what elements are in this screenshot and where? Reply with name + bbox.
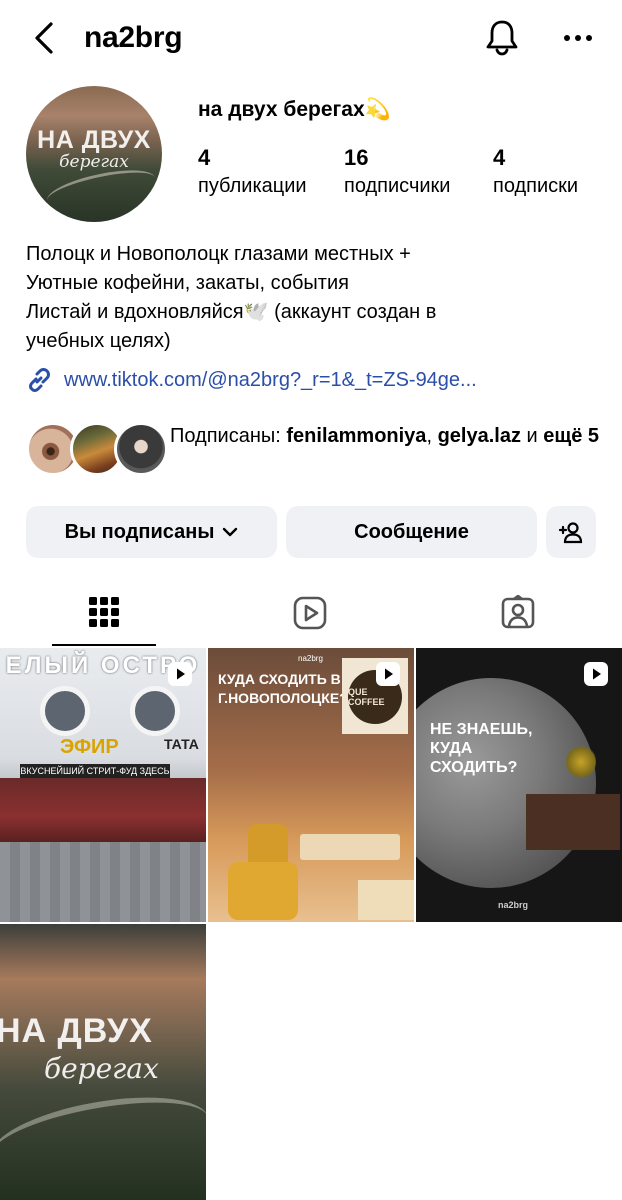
- message-button[interactable]: Сообщение: [286, 506, 537, 558]
- post3-tag: na2brg: [498, 900, 529, 910]
- post3-moon: [416, 678, 596, 888]
- reel-badge: [374, 660, 402, 688]
- post-thumbnail-2[interactable]: na2brg КУДА СХОДИТЬ В Г.НОВОПОЛОЦКЕ? QUE…: [208, 648, 414, 922]
- following-stat[interactable]: 4 подписки: [493, 144, 578, 200]
- posts-count: 4: [198, 145, 211, 170]
- mutual-separator: ,: [426, 425, 438, 447]
- top-bar: na2brg: [0, 0, 622, 76]
- post3-flowers: [566, 744, 596, 780]
- profile-link[interactable]: www.tiktok.com/@na2brg?_r=1&_t=ZS-94ge..…: [26, 366, 477, 394]
- notifications-button[interactable]: [482, 16, 522, 58]
- more-options-button[interactable]: [558, 18, 598, 58]
- reel-badge: [582, 660, 610, 688]
- tab-posts-grid[interactable]: [52, 580, 156, 646]
- post3-title-line: НЕ ЗНАЕШЬ,: [430, 721, 533, 738]
- following-label: подписки: [493, 175, 579, 197]
- post1-tata-text: ТАТА: [164, 736, 199, 752]
- profile-tabs: [0, 580, 622, 648]
- bio-line: Листай и вдохновляйся🕊️ (аккаунт создан …: [26, 301, 437, 323]
- bell-icon: [486, 20, 518, 56]
- profile-link-text[interactable]: www.tiktok.com/@na2brg?_r=1&_t=ZS-94ge..…: [64, 369, 477, 392]
- post2-table: [358, 880, 414, 920]
- tab-tagged[interactable]: [466, 580, 570, 646]
- profile-full-name: на двух берегах💫: [198, 98, 391, 121]
- post1-storefront: [0, 778, 206, 842]
- post2-chair: [228, 862, 298, 920]
- post-thumbnail-4[interactable]: НА ДВУХ берегах: [0, 924, 206, 1200]
- mutual-followers-text[interactable]: Подписаны: fenilammoniya, gelya.laz и ещ…: [170, 422, 600, 451]
- tab-reels[interactable]: [258, 580, 362, 646]
- post2-body-text-block: [218, 742, 338, 772]
- followers-stat[interactable]: 16 подписчики: [344, 144, 450, 200]
- reels-icon: [376, 662, 400, 686]
- following-button[interactable]: Вы подписаны: [26, 506, 277, 558]
- profile-avatar[interactable]: НА ДВУХ берегах: [26, 86, 162, 222]
- grid-icon: [89, 597, 119, 627]
- post2-title: КУДА СХОДИТЬ В Г.НОВОПОЛОЦКЕ?: [218, 671, 348, 706]
- posts-stat: 4 публикации: [198, 144, 307, 200]
- post1-pavement: [0, 842, 206, 922]
- message-button-label: Сообщение: [354, 520, 469, 543]
- profile-bio: Полоцк и Новополоцк глазами местных + Ую…: [26, 240, 596, 356]
- chevron-left-icon: [35, 22, 53, 54]
- post3-title-line: КУДА: [430, 740, 473, 757]
- post4-title-line2: берегах: [44, 1052, 159, 1085]
- post-thumbnail-1[interactable]: ЕЛЫЙ ОСТРО ЭФИР ТАТА ВКУСНЕЙШИЙ СТРИТ-ФУ…: [0, 648, 206, 922]
- post2-tag: na2brg: [298, 654, 323, 663]
- mutual-more: ещё 5: [543, 425, 600, 447]
- post1-efir-text: ЭФИР: [60, 736, 119, 758]
- add-user-button[interactable]: [546, 506, 596, 558]
- post1-window: [40, 686, 90, 736]
- bio-line: Уютные кофейни, закаты, события: [26, 272, 349, 294]
- reel-badge: [166, 660, 194, 688]
- chevron-down-icon: [222, 527, 238, 537]
- post-thumbnail-3[interactable]: НЕ ЗНАЕШЬ, КУДА СХОДИТЬ? na2brg: [416, 648, 622, 922]
- mutual-and: и: [520, 425, 544, 447]
- post4-river: [0, 1083, 206, 1191]
- post3-title: НЕ ЗНАЕШЬ, КУДА СХОДИТЬ?: [430, 720, 533, 777]
- profile-username: na2brg: [84, 21, 183, 54]
- following-count: 4: [493, 145, 506, 170]
- posts-label: публикации: [198, 175, 307, 197]
- post1-window: [130, 686, 180, 736]
- avatar-title-line1: НА ДВУХ: [37, 126, 151, 154]
- post3-title-line: СХОДИТЬ?: [430, 759, 518, 776]
- bio-line: Полоцк и Новополоцк глазами местных +: [26, 243, 411, 265]
- followers-label: подписчики: [344, 175, 451, 197]
- post3-piano: [526, 794, 620, 850]
- bio-line: учебных целях): [26, 330, 171, 352]
- post2-table: [300, 834, 400, 860]
- mutual-prefix: Подписаны:: [170, 425, 287, 447]
- reels-icon: [168, 662, 192, 686]
- more-horizontal-icon: [564, 35, 592, 41]
- post1-banner-text: ВКУСНЕЙШИЙ СТРИТ-ФУД ЗДЕСЬ: [20, 764, 170, 778]
- reels-icon: [584, 662, 608, 686]
- following-button-label: Вы подписаны: [64, 520, 215, 543]
- avatar: [114, 422, 168, 476]
- mutual-user-2: gelya.laz: [437, 425, 521, 447]
- followers-count: 16: [344, 145, 369, 170]
- add-user-icon: [558, 522, 583, 544]
- tagged-person-icon: [501, 595, 535, 629]
- post4-title-line1: НА ДВУХ: [0, 1012, 153, 1050]
- reels-icon: [293, 596, 327, 630]
- mutual-user-1: fenilammoniya: [286, 425, 427, 447]
- link-icon: [26, 367, 52, 393]
- avatar-title-line2: берегах: [59, 152, 129, 172]
- back-button[interactable]: [30, 18, 58, 58]
